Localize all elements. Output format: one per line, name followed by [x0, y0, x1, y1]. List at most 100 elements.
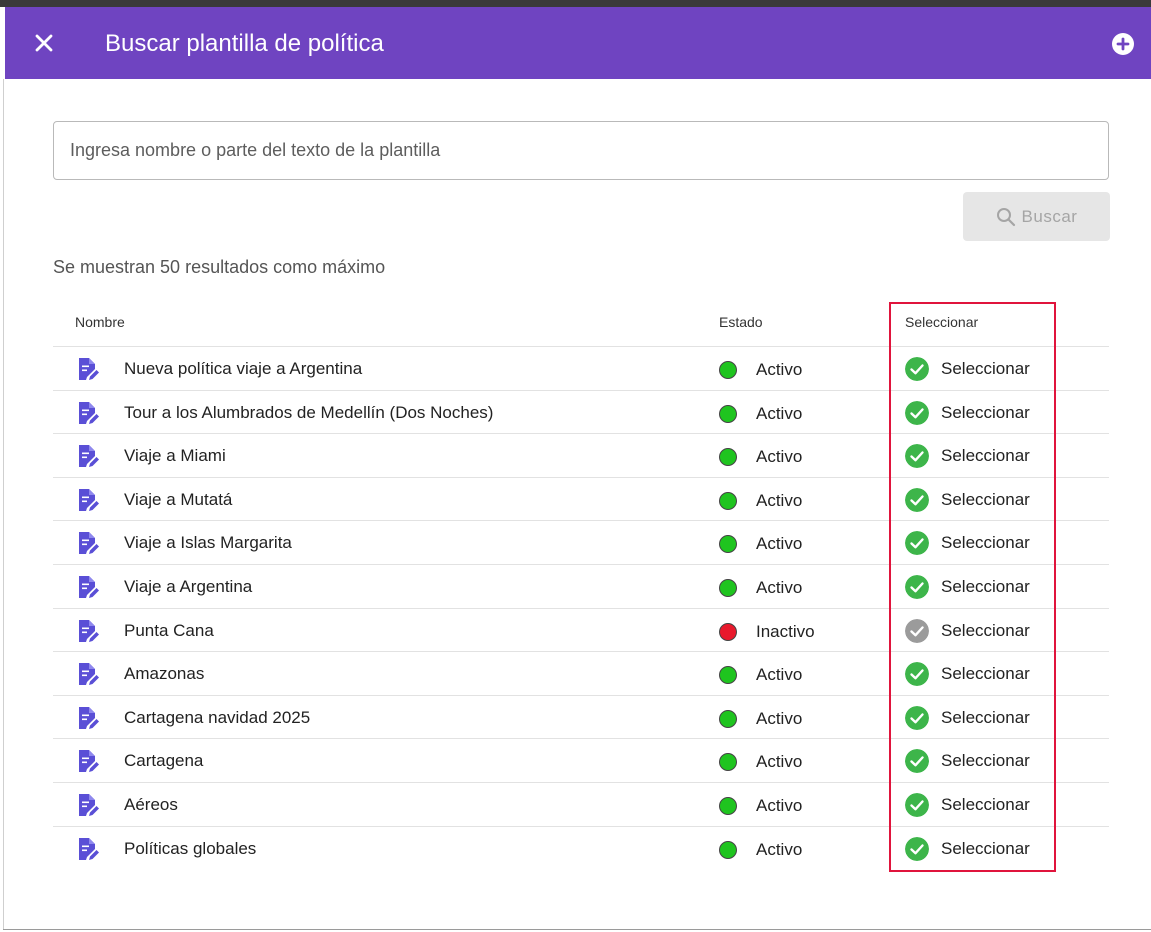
status-indicator: [719, 710, 737, 728]
template-name: Tour a los Alumbrados de Medellín (Dos N…: [124, 403, 494, 422]
check-circle-icon: [905, 575, 929, 599]
check-circle-icon: [905, 662, 929, 686]
select-template-button[interactable]: Seleccionar: [905, 529, 1049, 557]
table-row: Cartagena navidad 2025 Activo Seleccionar: [53, 695, 1109, 738]
column-header-status: Estado: [719, 314, 763, 330]
select-label: Seleccionar: [941, 839, 1030, 858]
select-template-button[interactable]: Seleccionar: [905, 573, 1049, 601]
select-label: Seleccionar: [941, 403, 1030, 422]
select-label: Seleccionar: [941, 795, 1030, 814]
status-indicator: [719, 535, 737, 553]
document-edit-icon: [79, 489, 99, 511]
search-button[interactable]: Buscar: [963, 192, 1110, 241]
table-row: Nueva política viaje a Argentina Activo Se…: [53, 346, 1109, 389]
document-edit-icon: [79, 576, 99, 598]
select-label: Seleccionar: [941, 533, 1030, 552]
status-indicator: [719, 753, 737, 771]
select-label: Seleccionar: [941, 751, 1030, 770]
check-circle-icon: [905, 793, 929, 817]
results-limit-note: Se muestran 50 resultados como máximo: [53, 257, 386, 277]
column-header-name: Nombre: [75, 314, 125, 330]
document-edit-icon: [79, 620, 99, 642]
table-row: Amazonas Activo Seleccionar: [53, 651, 1109, 694]
status-label: Activo: [756, 578, 803, 597]
status-label: Activo: [756, 796, 803, 815]
status-indicator: [719, 361, 737, 379]
template-name: Aéreos: [124, 795, 178, 814]
select-template-button[interactable]: Seleccionar: [905, 486, 1049, 514]
status-label: Activo: [756, 491, 803, 510]
document-edit-icon: [79, 445, 99, 467]
status-indicator: [719, 579, 737, 597]
dialog-title: Buscar plantilla de política: [105, 30, 384, 57]
status-label: Activo: [756, 665, 803, 684]
select-template-button[interactable]: Seleccionar: [905, 747, 1049, 775]
status-label: Activo: [756, 840, 803, 859]
status-label: Activo: [756, 752, 803, 771]
status-indicator: [719, 841, 737, 859]
table-row: Viaje a Miami Activo Seleccionar: [53, 433, 1109, 476]
template-name: Cartagena navidad 2025: [124, 708, 311, 727]
template-name: Nueva política viaje a Argentina: [124, 359, 363, 378]
select-template-button[interactable]: Seleccionar: [905, 660, 1049, 688]
check-circle-icon: [905, 531, 929, 555]
window-top-strip: [0, 0, 1151, 7]
search-icon: [996, 207, 1015, 226]
document-edit-icon: [79, 794, 99, 816]
select-label: Seleccionar: [941, 446, 1030, 465]
table-row: Aéreos Activo Seleccionar: [53, 782, 1109, 825]
template-name: Punta Cana: [124, 621, 214, 640]
select-template-button[interactable]: Seleccionar: [905, 617, 1049, 645]
select-template-button[interactable]: Seleccionar: [905, 355, 1049, 383]
table-row: Cartagena Activo Seleccionar: [53, 738, 1109, 781]
document-edit-icon: [79, 663, 99, 685]
check-circle-icon: [905, 401, 929, 425]
status-label: Activo: [756, 447, 803, 466]
dialog-border-bottom: [3, 929, 1151, 930]
table-row: Políticas globales Activo Seleccionar: [53, 826, 1109, 869]
select-template-button[interactable]: Seleccionar: [905, 791, 1049, 819]
template-name: Viaje a Argentina: [124, 577, 253, 596]
select-template-button[interactable]: Seleccionar: [905, 835, 1049, 863]
select-label: Seleccionar: [941, 490, 1030, 509]
status-label: Activo: [756, 360, 803, 379]
select-label: Seleccionar: [941, 664, 1030, 683]
check-circle-icon: [905, 488, 929, 512]
document-edit-icon: [79, 838, 99, 860]
close-button[interactable]: [32, 31, 56, 55]
select-label: Seleccionar: [941, 577, 1030, 596]
table-row: Viaje a Mutatá Activo Seleccionar: [53, 477, 1109, 520]
select-template-button[interactable]: Seleccionar: [905, 442, 1049, 470]
template-name: Viaje a Miami: [124, 446, 226, 465]
status-label: Inactivo: [756, 622, 815, 641]
check-circle-icon: [905, 619, 929, 643]
document-edit-icon: [79, 402, 99, 424]
add-template-button[interactable]: [1112, 33, 1134, 55]
status-indicator: [719, 623, 737, 641]
template-name: Viaje a Islas Margarita: [124, 533, 292, 552]
status-label: Activo: [756, 534, 803, 553]
check-circle-icon: [905, 357, 929, 381]
select-template-button[interactable]: Seleccionar: [905, 399, 1049, 427]
table-row: Viaje a Islas Margarita Activo Seleccionar: [53, 520, 1109, 563]
table-row: Viaje a Argentina Activo Seleccionar: [53, 564, 1109, 607]
template-name: Cartagena: [124, 751, 204, 770]
table-row: Tour a los Alumbrados de Medellín (Dos N…: [53, 390, 1109, 433]
document-edit-icon: [79, 358, 99, 380]
status-indicator: [719, 797, 737, 815]
search-input[interactable]: [53, 121, 1109, 180]
dialog-header: Buscar plantilla de política: [5, 7, 1151, 79]
check-circle-icon: [905, 837, 929, 861]
template-name: Amazonas: [124, 664, 205, 683]
add-circle-icon: [1116, 37, 1130, 51]
status-indicator: [719, 448, 737, 466]
document-edit-icon: [79, 750, 99, 772]
select-label: Seleccionar: [941, 359, 1030, 378]
status-label: Activo: [756, 404, 803, 423]
close-icon: [35, 34, 53, 52]
table-row: Punta Cana Inactivo Seleccionar: [53, 608, 1109, 651]
select-template-button[interactable]: Seleccionar: [905, 704, 1049, 732]
search-button-label: Buscar: [1021, 206, 1078, 226]
status-indicator: [719, 405, 737, 423]
status-indicator: [719, 666, 737, 684]
